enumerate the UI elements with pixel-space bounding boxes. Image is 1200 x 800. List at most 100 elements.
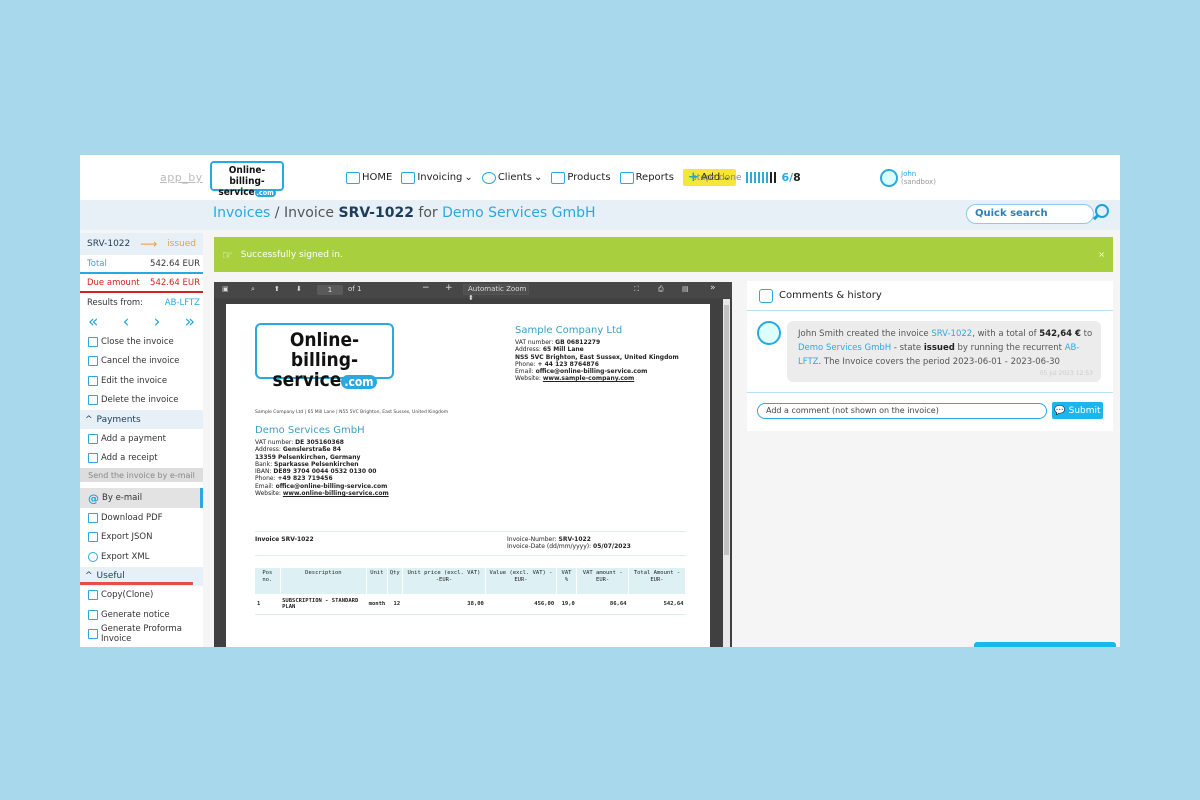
- submit-comment-button[interactable]: 💬 Submit: [1052, 402, 1103, 419]
- app-by-link[interactable]: app_by: [160, 171, 203, 184]
- action-label: Export JSON: [101, 532, 153, 543]
- print-icon[interactable]: ⎙: [658, 285, 664, 294]
- clients-icon: [481, 171, 496, 184]
- column-header: Description: [280, 568, 368, 594]
- breadcrumb: Invoices / Invoice SRV-1022 for Demo Ser…: [213, 205, 596, 221]
- alert-close-button[interactable]: ×: [1098, 250, 1105, 259]
- prev-page-button[interactable]: ‹: [123, 312, 130, 332]
- document-logo: Online-billing- service .com: [255, 323, 394, 390]
- recipient-website[interactable]: www.online-billing-service.com: [283, 490, 389, 497]
- recipient-name: Demo Services GmbH: [255, 425, 365, 436]
- table-cell: 38,00: [402, 594, 486, 615]
- label: VAT number:: [515, 339, 556, 346]
- find-icon[interactable]: ⌕: [251, 285, 255, 294]
- more-tools-icon[interactable]: »: [710, 283, 716, 293]
- sender-city: NSS 5VC Brighton, East Sussex, United Ki…: [515, 353, 679, 361]
- breadcrumb-invoices[interactable]: Invoices: [213, 205, 270, 221]
- pdf-toolbar: ▣ ⌕ ⬆ ⬇ 1 of 1 − + Automatic Zoom ⬍ ⛶ ⎙ …: [214, 282, 732, 302]
- comment-input[interactable]: Add a comment (not shown on the invoice): [757, 403, 1047, 419]
- quick-search-input[interactable]: Quick search: [966, 204, 1094, 224]
- column-header: Qty: [387, 568, 403, 594]
- zoom-out-icon[interactable]: −: [422, 283, 430, 293]
- client-link[interactable]: Demo Services GmbH: [798, 343, 891, 353]
- sender-website[interactable]: www.sample-company.com: [543, 375, 634, 382]
- due-label: Due amount: [87, 277, 140, 288]
- invoice-link[interactable]: SRV-1022: [931, 329, 972, 339]
- fullscreen-icon[interactable]: ⛶: [634, 285, 639, 294]
- pdf-viewer: ▣ ⌕ ⬆ ⬇ 1 of 1 − + Automatic Zoom ⬍ ⛶ ⎙ …: [214, 282, 732, 647]
- sidebar-toggle-icon[interactable]: ▣: [222, 285, 229, 293]
- last-page-button[interactable]: »: [185, 312, 195, 332]
- close-invoice-action[interactable]: Close the invoice: [80, 332, 203, 352]
- due-row: Due amount 542.64 EUR: [80, 274, 203, 293]
- action-label: Copy(Clone): [101, 590, 154, 601]
- user-menu[interactable]: John (sandbox): [880, 169, 936, 187]
- steps-progress[interactable]: steps done 6/8: [692, 171, 801, 184]
- nav-home-label: HOME: [362, 172, 393, 183]
- table-cell: 456,00: [485, 594, 557, 615]
- label: Invoice-Date (dd/mm/yyyy):: [507, 543, 594, 550]
- nav-home[interactable]: HOME: [346, 171, 393, 184]
- invoice-sidebar: SRV-1022 ⟶ issued Total 542.64 EUR Due am…: [80, 233, 203, 647]
- nav-products[interactable]: Products: [551, 171, 611, 184]
- doc-logo-dot: .com: [341, 375, 377, 389]
- chevron-down-icon: ⌄: [464, 172, 473, 183]
- text: to: [1080, 329, 1093, 339]
- pager: « ‹ › »: [80, 312, 203, 332]
- next-page-button[interactable]: ›: [154, 312, 161, 332]
- search-icon[interactable]: [1095, 204, 1109, 218]
- doc-logo-line1: Online-billing-: [289, 329, 360, 371]
- table-cell: 19,0: [556, 594, 577, 615]
- send-by-email-action[interactable]: @ By e-mail: [80, 488, 203, 508]
- breadcrumb-sep: / Invoice: [270, 205, 339, 221]
- page-count: of 1: [348, 285, 362, 293]
- table-cell: 86,64: [576, 594, 629, 615]
- action-label: Generate notice: [101, 609, 170, 620]
- payment-icon: [88, 433, 98, 444]
- step-bar: [750, 172, 753, 183]
- download-icon[interactable]: ▤: [682, 285, 689, 293]
- brand-logo[interactable]: Online-billing- service .com: [210, 161, 284, 198]
- edit-invoice-icon: [88, 375, 98, 386]
- export-json-action[interactable]: Export JSON: [80, 528, 203, 548]
- xml-icon: [88, 551, 98, 562]
- add-receipt-action[interactable]: Add a receipt: [80, 449, 203, 469]
- generate-proforma-action[interactable]: Generate Proforma Invoice: [80, 624, 203, 644]
- step-bar: [754, 172, 757, 183]
- section-title: Useful: [96, 571, 125, 581]
- add-payment-action[interactable]: Add a payment: [80, 429, 203, 449]
- delete-invoice-action[interactable]: Delete the invoice: [80, 391, 203, 411]
- page-number-input[interactable]: 1: [317, 285, 343, 295]
- breadcrumb-client[interactable]: Demo Services GmbH: [442, 205, 595, 221]
- nav-invoicing[interactable]: Invoicing ⌄: [401, 171, 473, 184]
- nav-clients[interactable]: Clients ⌄: [481, 171, 542, 184]
- edit-invoice-action[interactable]: Edit the invoice: [80, 371, 203, 391]
- scrollbar-thumb[interactable]: [724, 305, 729, 555]
- copy-clone-action[interactable]: Copy(Clone): [80, 586, 203, 606]
- section-title: Payments: [96, 414, 141, 425]
- text: by running the recurrent: [954, 343, 1065, 353]
- download-pdf-action[interactable]: Download PDF: [80, 508, 203, 528]
- payments-section-toggle[interactable]: ^ Payments: [80, 410, 203, 429]
- first-page-button[interactable]: «: [88, 312, 98, 332]
- column-header: Unit price (excl. VAT) -EUR-: [402, 568, 487, 594]
- top-navbar: app_by Online-billing- service .com HOME …: [80, 155, 1120, 200]
- prev-page-icon[interactable]: ⬆: [274, 285, 280, 293]
- sender-vat: GB 06812279: [555, 339, 601, 346]
- at-icon: @: [88, 491, 99, 505]
- step-bar: [758, 172, 761, 183]
- sender-address-line: Sample Company Ltd | 65 Mill Lane | N55 …: [255, 410, 449, 415]
- user-name: John: [901, 170, 917, 178]
- total-label: Total: [87, 258, 107, 269]
- zoom-in-icon[interactable]: +: [445, 283, 453, 293]
- bottom-action-button[interactable]: [974, 642, 1116, 647]
- nav-reports[interactable]: Reports: [619, 171, 674, 184]
- zoom-select[interactable]: Automatic Zoom ⬍: [463, 284, 529, 302]
- pdf-scrollbar[interactable]: [723, 299, 730, 647]
- export-xml-action[interactable]: Export XML: [80, 547, 203, 567]
- generate-notice-action[interactable]: Generate notice: [80, 605, 203, 625]
- sender-name: Sample Company Ltd: [515, 325, 623, 336]
- results-link[interactable]: AB-LFTZ: [165, 298, 200, 308]
- next-page-icon[interactable]: ⬇: [296, 285, 302, 293]
- cancel-invoice-action[interactable]: Cancel the invoice: [80, 352, 203, 372]
